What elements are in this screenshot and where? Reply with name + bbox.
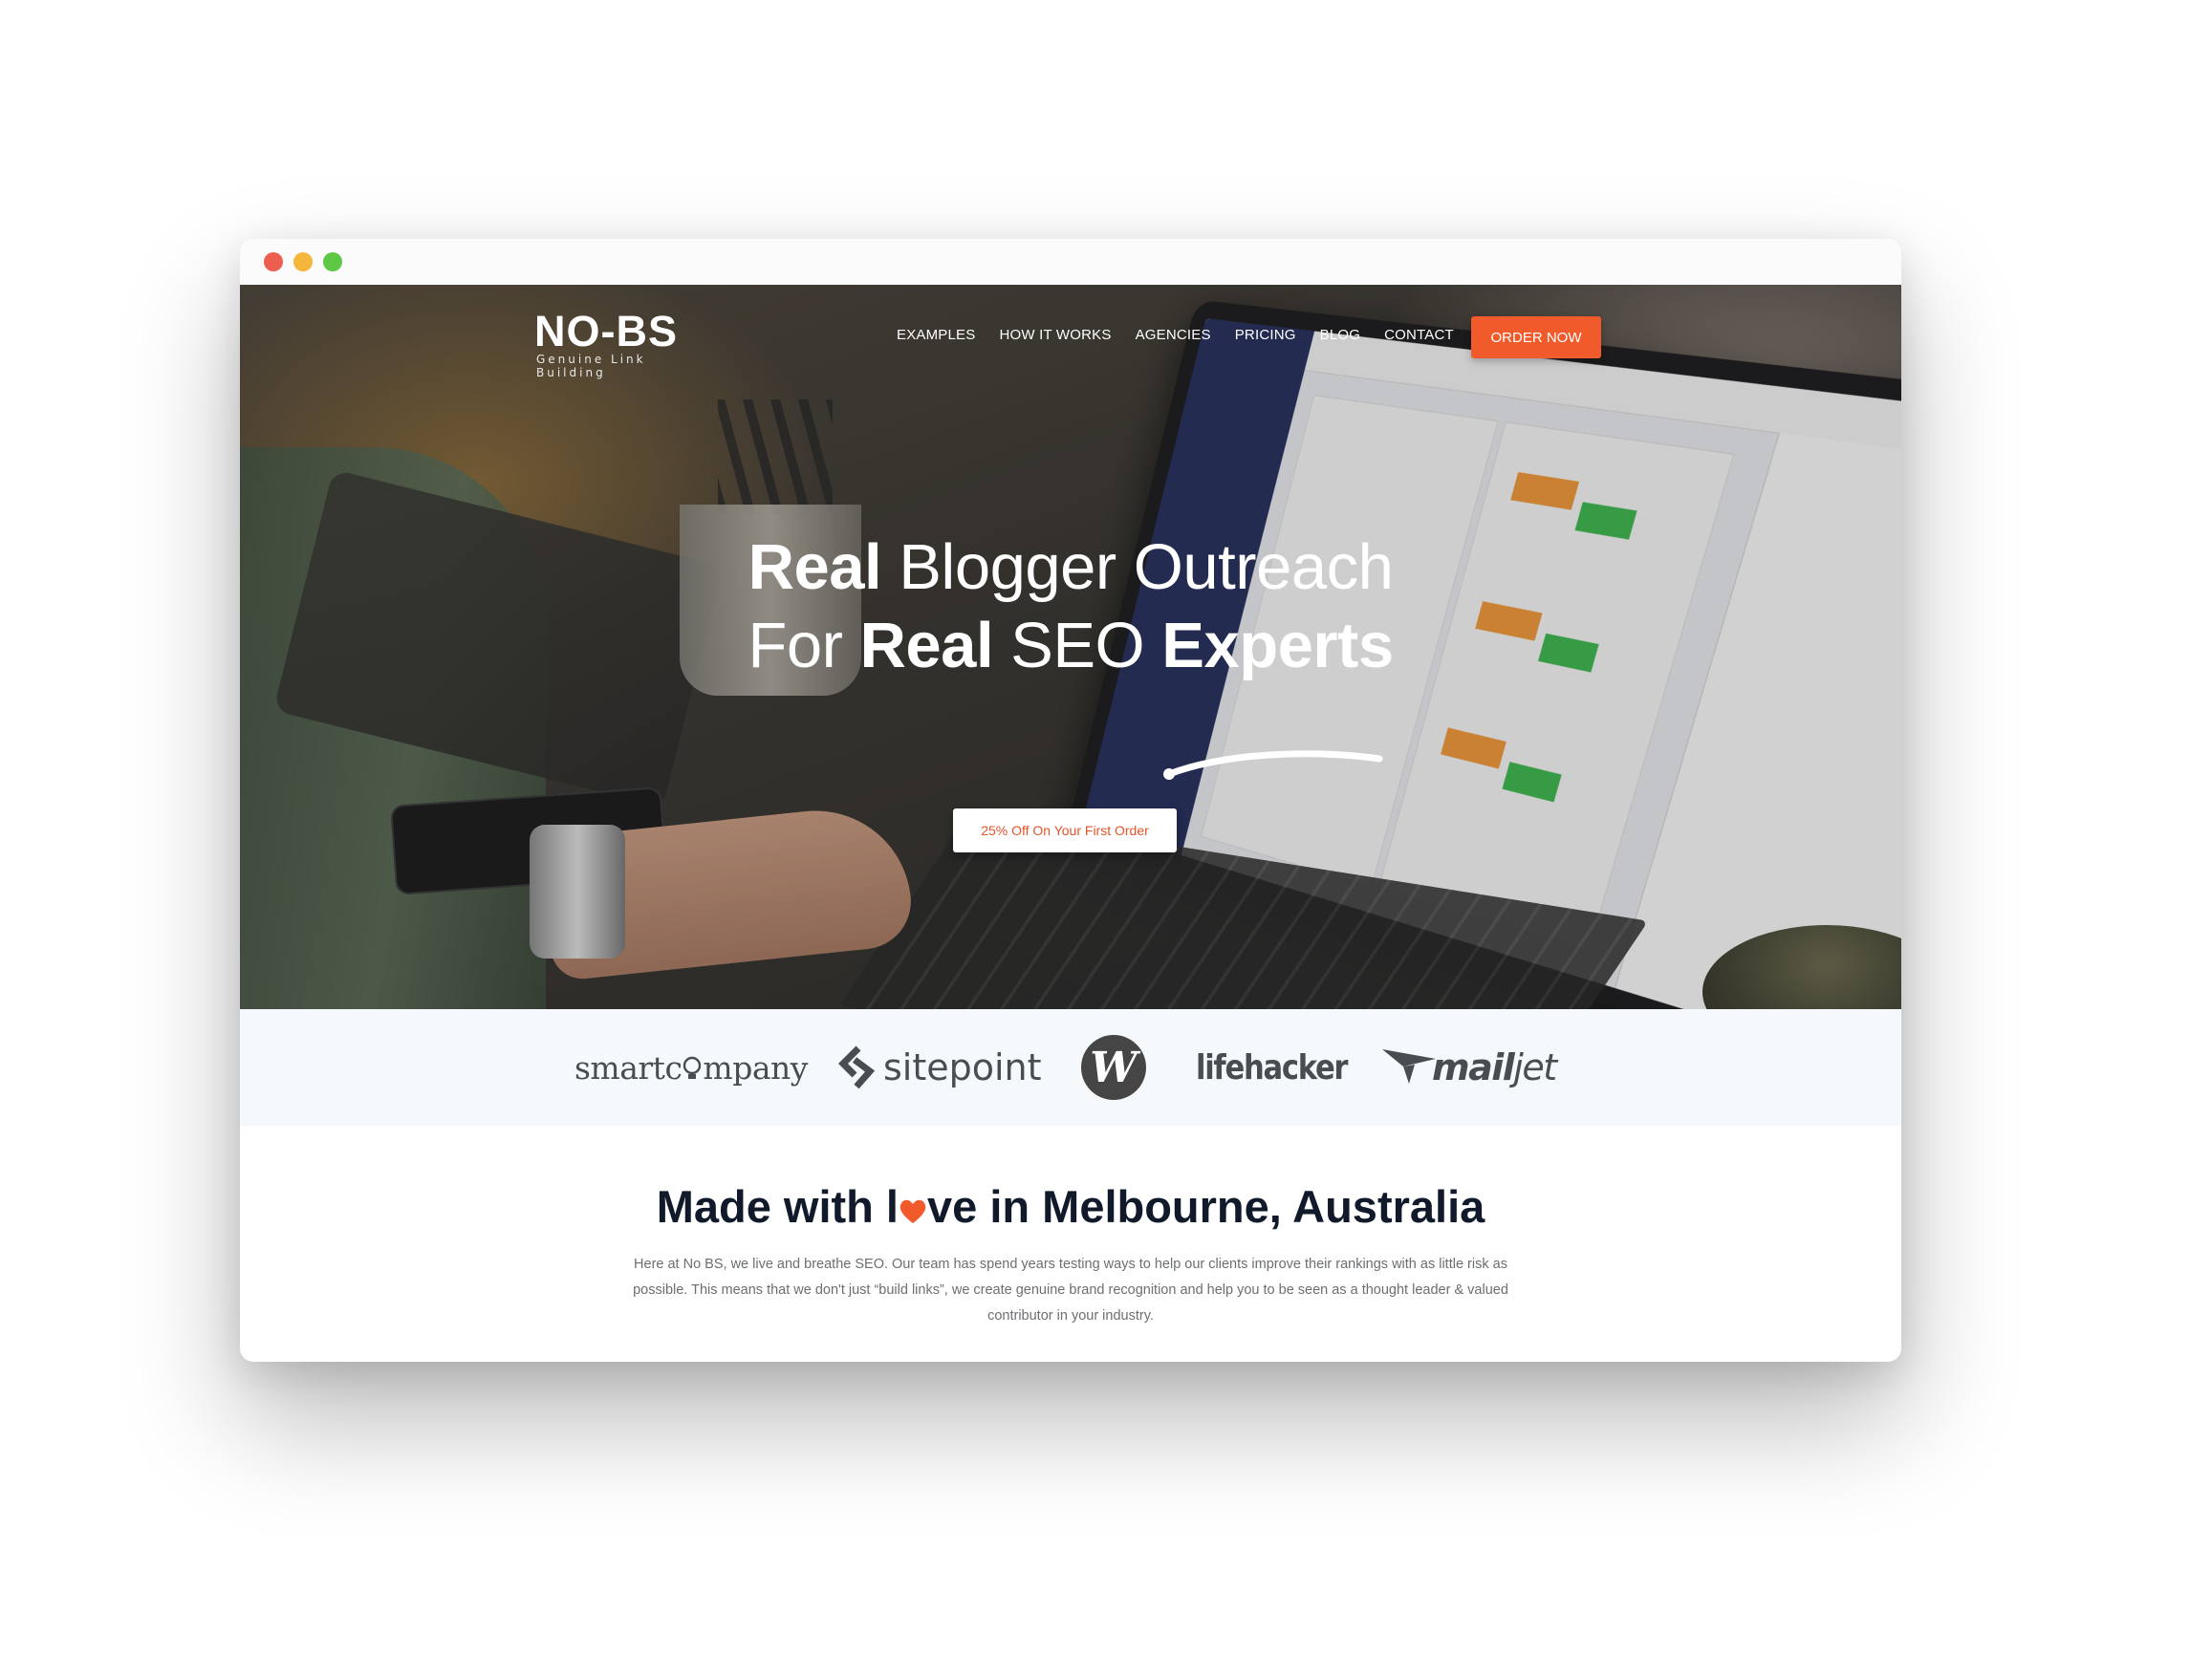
nav-contact[interactable]: CONTACT bbox=[1384, 327, 1454, 343]
lifehacker-logo[interactable]: lifehacker bbox=[1196, 1009, 1349, 1126]
about-heading: Made with l ve in Melbourne, Australia bbox=[240, 1179, 1901, 1235]
order-now-button[interactable]: ORDER NOW bbox=[1471, 316, 1601, 358]
headline-underline-swoosh bbox=[1163, 750, 1383, 780]
smartcompany-text-pre: smartc bbox=[574, 1048, 683, 1087]
about-heading-pre: Made with l bbox=[656, 1181, 899, 1232]
nav-how-it-works[interactable]: HOW IT WORKS bbox=[999, 327, 1111, 343]
w-circle-icon: W bbox=[1081, 1035, 1146, 1100]
w-logo[interactable]: W bbox=[1081, 1009, 1146, 1126]
maximize-window-button[interactable] bbox=[323, 252, 342, 271]
mailjet-text-mail: mail bbox=[1432, 1046, 1515, 1088]
lightbulb-icon bbox=[683, 1056, 702, 1079]
hero-section: NO-BS Genuine Link Building EXAMPLES HOW… bbox=[240, 285, 1901, 1009]
hero-headline-line2: For Real SEO Experts bbox=[527, 607, 1615, 685]
hero-line1-bold: Real bbox=[748, 531, 882, 603]
mailjet-logo[interactable]: mail jet bbox=[1380, 1009, 1557, 1126]
sitepoint-chevron-icon bbox=[838, 1045, 876, 1089]
sitepoint-logo[interactable]: sitepoint bbox=[837, 1009, 1042, 1126]
heart-icon bbox=[900, 1199, 926, 1223]
nav-pricing[interactable]: PRICING bbox=[1235, 327, 1296, 343]
hero-headline-line1: Real Blogger Outreach bbox=[527, 528, 1615, 607]
press-logos-bar: smartc mpany sitepoint W lifehacker mail j… bbox=[240, 1009, 1901, 1126]
window-titlebar bbox=[240, 239, 1901, 285]
sitepoint-text: sitepoint bbox=[883, 1046, 1042, 1088]
site-logo[interactable]: NO-BS Genuine Link Building bbox=[534, 307, 697, 380]
nav-blog[interactable]: BLOG bbox=[1320, 327, 1360, 343]
logo-text: NO-BS bbox=[534, 307, 678, 355]
first-order-discount-button[interactable]: 25% Off On Your First Order bbox=[953, 808, 1177, 852]
paper-plane-icon bbox=[1382, 1049, 1436, 1084]
hero-line2-mid: SEO bbox=[993, 610, 1162, 681]
browser-window: NO-BS Genuine Link Building EXAMPLES HOW… bbox=[240, 239, 1901, 1362]
smartcompany-logo[interactable]: smartc mpany bbox=[574, 1009, 808, 1126]
hero-line2-bold2: Experts bbox=[1161, 610, 1394, 681]
minimize-window-button[interactable] bbox=[293, 252, 313, 271]
nav-agencies[interactable]: AGENCIES bbox=[1136, 327, 1211, 343]
nav-examples[interactable]: EXAMPLES bbox=[897, 327, 975, 343]
hero-line2-pre: For bbox=[748, 610, 860, 681]
logo-tagline: Genuine Link Building bbox=[536, 353, 646, 379]
about-paragraph: Here at No BS, we live and breathe SEO. … bbox=[633, 1257, 1508, 1324]
smartcompany-text-post: mpany bbox=[703, 1048, 808, 1087]
hero-line2-bold1: Real bbox=[859, 610, 994, 681]
about-heading-post: ve in Melbourne, Australia bbox=[927, 1181, 1485, 1232]
mailjet-text-jet: jet bbox=[1513, 1046, 1557, 1088]
hero-headline: Real Blogger Outreach For Real SEO Exper… bbox=[527, 528, 1615, 685]
main-nav: EXAMPLES HOW IT WORKS AGENCIES PRICING B… bbox=[897, 313, 1478, 355]
close-window-button[interactable] bbox=[264, 252, 283, 271]
hero-line1-rest: Blogger Outreach bbox=[881, 531, 1394, 603]
